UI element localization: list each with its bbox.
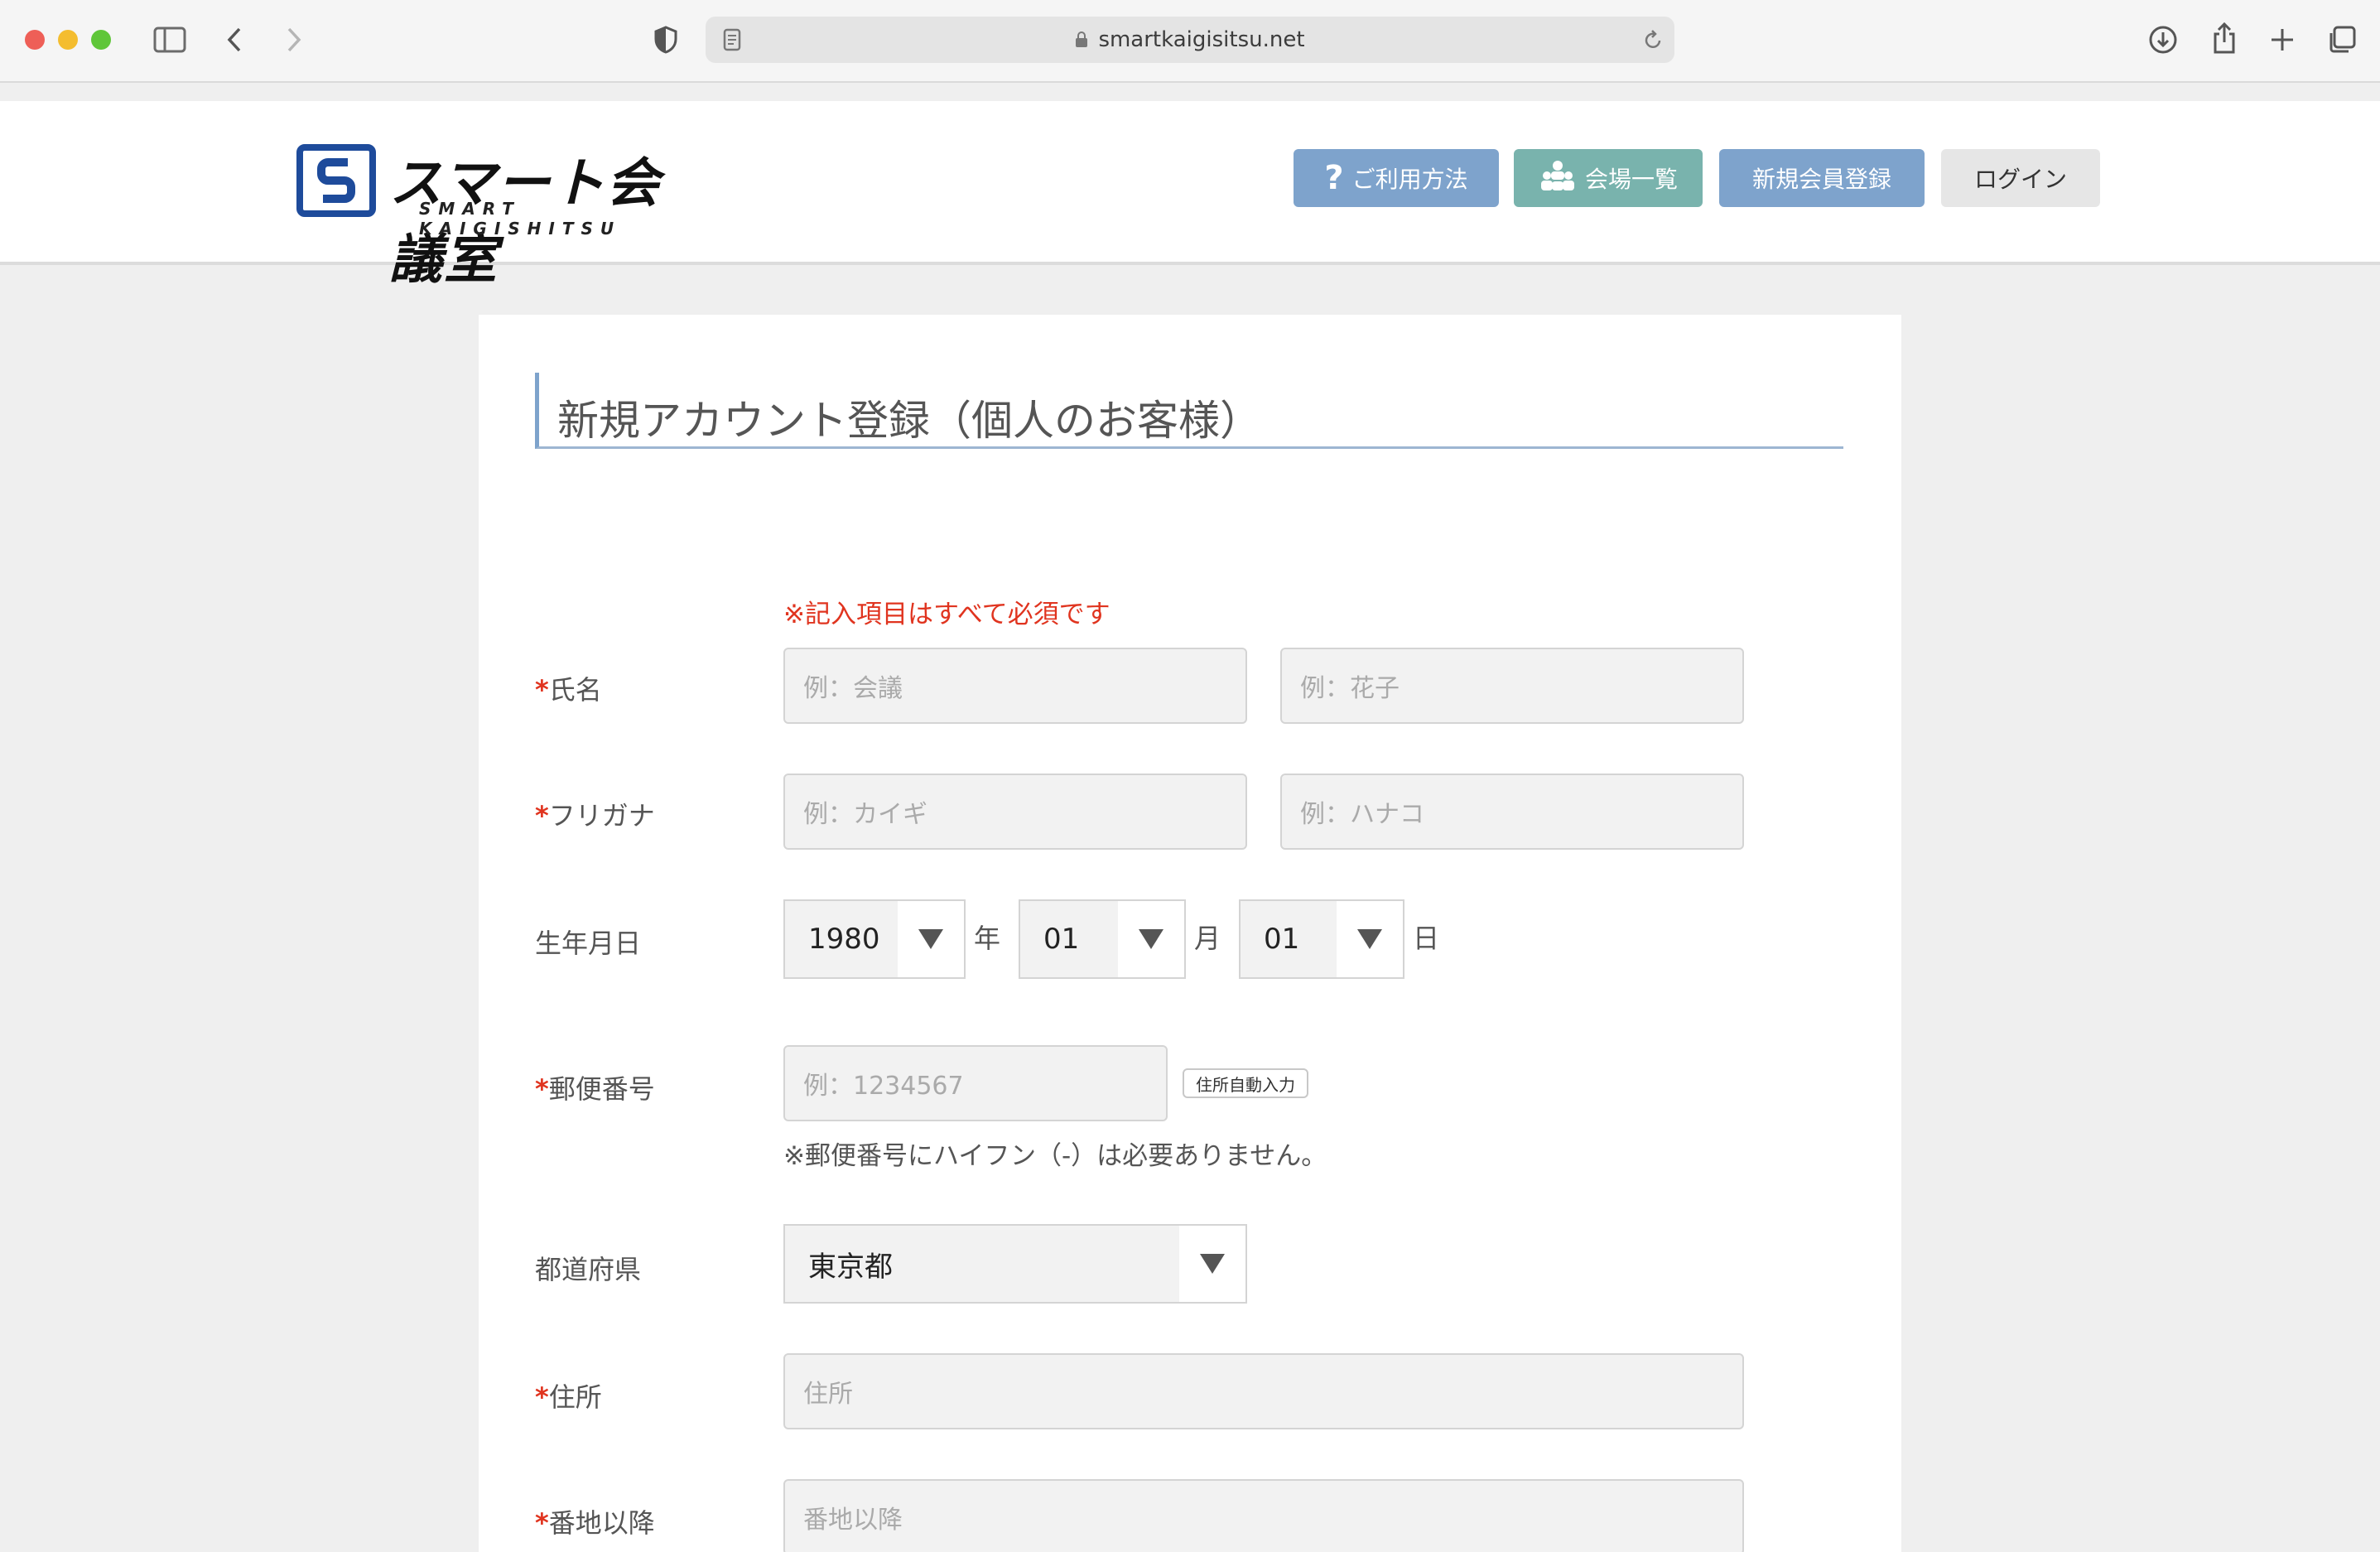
page-title-block: 新規アカウント登録（個人のお客様） [535, 373, 1843, 449]
address2-input[interactable]: 番地以降 [783, 1479, 1744, 1552]
address2-placeholder: 番地以降 [803, 1506, 903, 1535]
new-tab-icon[interactable] [2264, 22, 2301, 58]
nav-howto-label: ご利用方法 [1351, 166, 1468, 193]
first-kana-input[interactable]: 例：ハナコ [1280, 774, 1744, 850]
first-kana-placeholder: 例：ハナコ [1300, 800, 1424, 829]
dropdown-arrow-icon [1139, 929, 1164, 949]
tab-overview-icon[interactable] [2324, 22, 2360, 58]
required-note: ※記入項目はすべて必須です [783, 600, 1111, 629]
nav-register-label: 新規会員登録 [1751, 166, 1891, 193]
browser-toolbar: smartkaigisitsu.net [0, 0, 2380, 83]
reload-icon[interactable] [1640, 27, 1666, 53]
birth-day-value: 01 [1264, 923, 1300, 956]
nav-login-label: ログイン [1973, 166, 2067, 193]
zip-placeholder: 例：1234567 [803, 1072, 964, 1101]
first-name-input[interactable]: 例：花子 [1280, 648, 1744, 724]
address-bar[interactable]: smartkaigisitsu.net [706, 17, 1674, 63]
address-label-text: 住所 [548, 1381, 602, 1413]
lock-icon [1075, 31, 1088, 48]
zip-label: *郵便番号 [535, 1068, 655, 1106]
privacy-shield-icon[interactable] [651, 23, 681, 56]
back-icon[interactable] [222, 23, 247, 56]
page-title: 新規アカウント登録（個人のお客様） [557, 397, 1261, 445]
first-name-placeholder: 例：花子 [1300, 674, 1400, 703]
question-icon: ? [1324, 159, 1344, 197]
address-input[interactable]: 住所 [783, 1353, 1744, 1429]
dropdown-arrow-icon [1357, 929, 1382, 949]
name-label: *氏名 [535, 669, 602, 707]
minimize-window-button[interactable] [58, 30, 78, 50]
birth-month-select[interactable]: 01 [1019, 899, 1186, 979]
zip-label-text: 郵便番号 [548, 1073, 655, 1105]
birth-year-select[interactable]: 1980 [783, 899, 966, 979]
kana-label-text: フリガナ [548, 800, 655, 831]
last-kana-input[interactable]: 例：カイギ [783, 774, 1247, 850]
nav-register-button[interactable]: 新規会員登録 [1719, 149, 1925, 207]
birth-day-select[interactable]: 01 [1239, 899, 1404, 979]
required-mark: * [535, 1507, 549, 1539]
site-header: スマート会議室 SMART KAIGISHITSU ? ご利用方法 会場一覧 新… [0, 101, 2380, 291]
prefecture-label-text: 都道府県 [535, 1254, 642, 1285]
logo-mark-icon [296, 144, 376, 217]
birthdate-label: 生年月日 [535, 923, 641, 961]
address2-label: *番地以降 [535, 1502, 655, 1540]
zip-input[interactable]: 例：1234567 [783, 1045, 1168, 1121]
sidebar-toggle-icon[interactable] [152, 23, 187, 56]
site-logo[interactable]: スマート会議室 SMART KAIGISHITSU [296, 141, 677, 291]
address-label: *住所 [535, 1376, 602, 1415]
last-kana-placeholder: 例：カイギ [803, 800, 927, 829]
birth-month-value: 01 [1043, 923, 1080, 956]
share-icon[interactable] [2206, 18, 2243, 58]
downloads-icon[interactable] [2145, 22, 2181, 58]
address2-label-text: 番地以降 [548, 1507, 655, 1539]
people-icon [1539, 159, 1577, 198]
birthdate-label-text: 生年月日 [535, 928, 642, 959]
last-name-input[interactable]: 例：会議 [783, 648, 1247, 724]
dropdown-arrow-icon [918, 929, 943, 949]
nav-venues-button[interactable]: 会場一覧 [1514, 149, 1703, 207]
zoom-window-button[interactable] [91, 30, 111, 50]
required-mark: * [535, 674, 549, 706]
nav-login-button[interactable]: ログイン [1941, 149, 2100, 207]
birth-year-value: 1980 [808, 923, 880, 956]
forward-icon[interactable] [282, 23, 306, 56]
logo-subtext: SMART KAIGISHITSU [419, 199, 622, 239]
required-mark: * [535, 1073, 549, 1105]
address-placeholder: 住所 [803, 1380, 853, 1409]
required-mark: * [535, 1381, 549, 1413]
registration-card: 新規アカウント登録（個人のお客様） ※記入項目はすべて必須です *氏名 例：会議… [479, 315, 1901, 1552]
zip-autofill-button[interactable]: 住所自動入力 [1183, 1068, 1308, 1098]
year-unit: 年 [974, 923, 1001, 954]
url-text: smartkaigisitsu.net [1098, 27, 1305, 52]
nav-venues-label: 会場一覧 [1584, 166, 1678, 193]
prefecture-value: 東京都 [808, 1250, 893, 1284]
zip-autofill-label: 住所自動入力 [1196, 1074, 1295, 1095]
prefecture-label: 都道府県 [535, 1249, 641, 1287]
day-unit: 日 [1413, 923, 1440, 954]
close-window-button[interactable] [25, 30, 45, 50]
required-mark: * [535, 800, 549, 831]
dropdown-arrow-icon [1200, 1254, 1225, 1274]
last-name-placeholder: 例：会議 [803, 674, 903, 703]
prefecture-select[interactable]: 東京都 [783, 1224, 1247, 1304]
zip-note: ※郵便番号にハイフン（-）は必要ありません。 [783, 1141, 1327, 1171]
nav-howto-button[interactable]: ? ご利用方法 [1294, 149, 1499, 207]
kana-label: *フリガナ [535, 795, 655, 833]
name-label-text: 氏名 [548, 674, 602, 706]
month-unit: 月 [1194, 923, 1221, 954]
